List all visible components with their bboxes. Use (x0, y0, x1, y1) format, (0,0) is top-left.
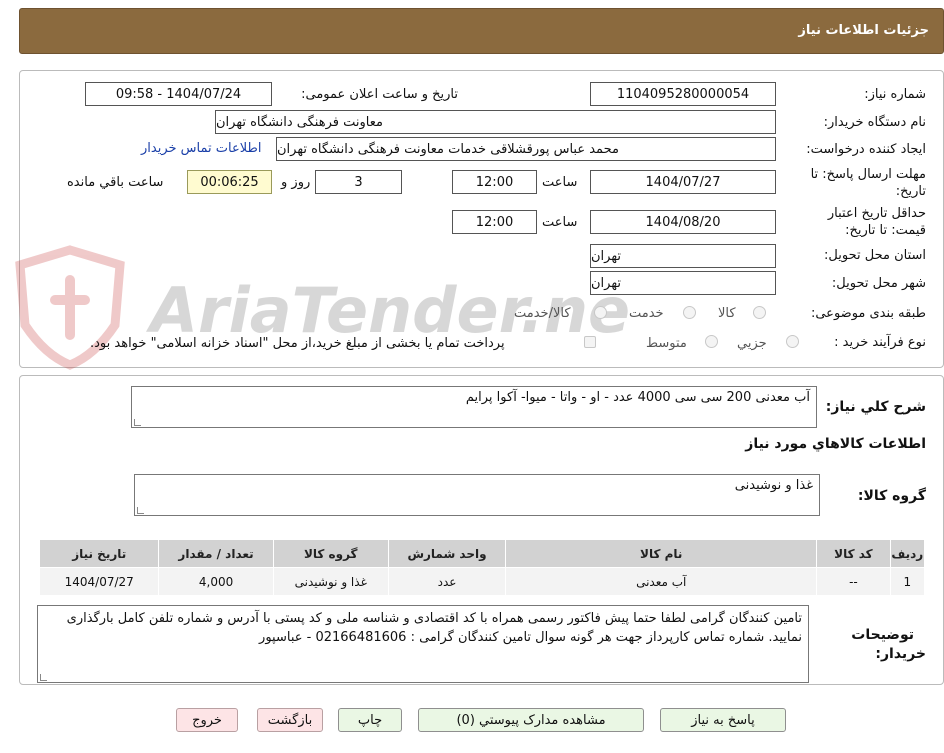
exit-button[interactable]: خروج (176, 708, 238, 732)
treasury-payment-checkbox[interactable] (584, 336, 596, 348)
requester-label: ایجاد کننده درخواست: (806, 142, 926, 157)
buyer-notes-text: تامین کنندگان گرامی لطفا حتما پیش فاکتور… (66, 611, 802, 645)
province-field: تهران (590, 244, 776, 268)
col-qty-header: تعداد / مقدار (158, 539, 274, 568)
table-row: 1 -- آب معدنی عدد غذا و نوشیدنی 4,000 14… (38, 567, 926, 596)
validity-date-field: 1404/08/20 (590, 210, 776, 234)
goods-section-title: اطلاعات کالاهاي مورد نیاز (745, 436, 926, 452)
province-label: استان محل تحویل: (824, 248, 926, 263)
print-button[interactable]: چاپ (338, 708, 402, 732)
need-number-label: شماره نیاز: (864, 87, 926, 102)
category-both-label: کالا/خدمت (514, 306, 571, 321)
col-date-header: تاریخ نیاز (38, 539, 160, 568)
deadline-time-label: ساعت (542, 175, 578, 190)
buyer-org-label: نام دستگاه خریدار: (823, 115, 926, 130)
resize-grip-icon[interactable] (137, 507, 144, 514)
category-label: طبقه بندی موضوعی: (810, 306, 926, 321)
col-group-header: گروه کالا (272, 539, 389, 568)
buyer-notes-label: توضیحات (851, 627, 914, 643)
col-code-header: کد کالا (816, 539, 891, 568)
back-button[interactable]: بازگشت (257, 708, 323, 732)
buyer-notes-label-2: خریدار: (875, 646, 926, 662)
process-medium-radio[interactable] (705, 335, 718, 348)
table-header-row: ردیف کد کالا نام کالا واحد شمارش گروه کا… (38, 539, 926, 568)
deadline-label-date: تاریخ: (895, 184, 926, 199)
city-label: شهر محل تحویل: (831, 276, 926, 291)
goods-group-textarea[interactable]: غذا و نوشیدنی (134, 474, 820, 516)
remaining-time-field: 00:06:25 (187, 170, 272, 194)
col-name-header: نام کالا (505, 539, 818, 568)
category-both-radio[interactable] (594, 306, 607, 319)
category-goods-label: کالا (718, 306, 736, 321)
process-minor-label: جزیي (737, 336, 767, 351)
announce-datetime-field: 1404/07/24 - 09:58 (85, 82, 272, 106)
process-label: نوع فرآیند خرید : (834, 335, 926, 350)
announce-label: تاریخ و ساعت اعلان عمومی: (301, 87, 458, 102)
cell-code: -- (816, 567, 891, 596)
process-minor-radio[interactable] (786, 335, 799, 348)
col-unit-header: واحد شمارش (387, 539, 507, 568)
validity-time-field: 12:00 (452, 210, 537, 234)
requester-field: محمد عباس پورقشلاقی خدمات معاونت فرهنگی … (276, 137, 776, 161)
validity-label: حداقل تاریخ اعتبار (827, 206, 926, 221)
col-row-header: ردیف (889, 539, 926, 568)
category-goods-radio[interactable] (753, 306, 766, 319)
page-header: جزئیات اطلاعات نیاز (19, 8, 944, 54)
page-title: جزئیات اطلاعات نیاز (798, 23, 929, 38)
description-textarea[interactable]: آب معدنی 200 سی سی 4000 عدد - او - واتا … (131, 386, 817, 428)
cell-unit: عدد (387, 567, 507, 596)
process-medium-label: متوسط (646, 336, 687, 351)
description-label: شرح کلي نیاز: (825, 399, 926, 415)
cell-name: آب معدنی (505, 567, 818, 596)
buyer-org-field: معاونت فرهنگی دانشگاه تهران (215, 110, 776, 134)
category-service-label: خدمت (629, 306, 664, 321)
cell-qty: 4,000 (158, 567, 274, 596)
deadline-date-field: 1404/07/27 (590, 170, 776, 194)
deadline-time-field: 12:00 (452, 170, 537, 194)
buyer-notes-textarea[interactable]: تامین کنندگان گرامی لطفا حتما پیش فاکتور… (37, 605, 809, 683)
deadline-label: مهلت ارسال پاسخ: تا (810, 167, 926, 182)
goods-group-label: گروه کالا: (857, 488, 926, 504)
cell-group: غذا و نوشیدنی (272, 567, 389, 596)
days-field: 3 (315, 170, 402, 194)
attachments-button[interactable]: مشاهده مدارک پیوستي (0) (418, 708, 644, 732)
cell-row: 1 (889, 567, 926, 596)
city-field: تهران (590, 271, 776, 295)
description-text: آب معدنی 200 سی سی 4000 عدد - او - واتا … (465, 390, 810, 405)
remaining-label: ساعت باقي مانده (67, 175, 164, 190)
days-label: روز و (281, 175, 311, 190)
buyer-contact-link[interactable]: اطلاعات تماس خریدار (141, 141, 261, 156)
goods-group-text: غذا و نوشیدنی (734, 478, 813, 493)
need-number-field: 1104095280000054 (590, 82, 776, 106)
items-table: ردیف کد کالا نام کالا واحد شمارش گروه کا… (38, 539, 926, 596)
validity-label-date: قیمت: تا تاریخ: (845, 223, 926, 238)
reply-button[interactable]: پاسخ به نیاز (660, 708, 786, 732)
cell-date: 1404/07/27 (38, 567, 160, 596)
category-service-radio[interactable] (683, 306, 696, 319)
resize-grip-icon[interactable] (134, 419, 141, 426)
validity-time-label: ساعت (542, 215, 578, 230)
resize-grip-icon[interactable] (40, 674, 47, 681)
treasury-payment-note: پرداخت تمام یا بخشی از مبلغ خرید،از محل … (90, 336, 505, 351)
